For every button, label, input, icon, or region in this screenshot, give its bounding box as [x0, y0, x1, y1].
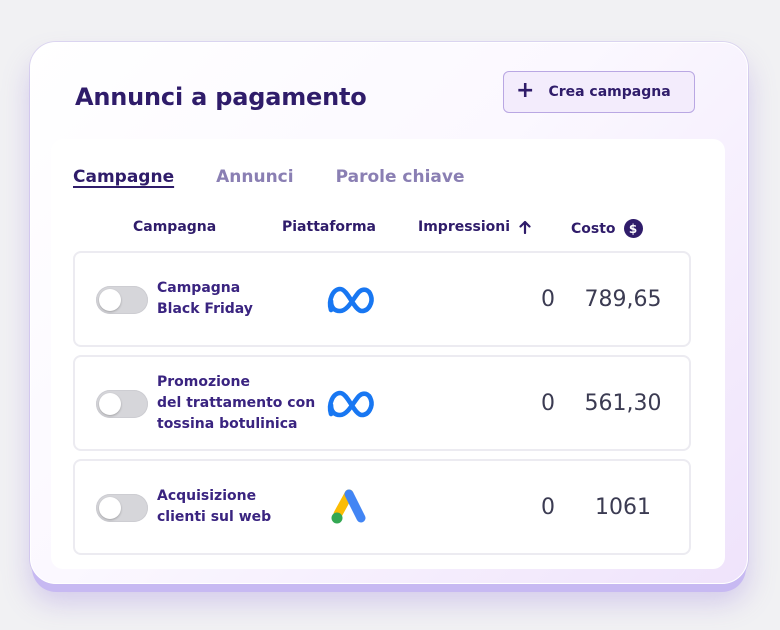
- table-row[interactable]: Promozione del trattamento con tossina b…: [73, 355, 691, 451]
- paid-ads-card: Annunci a pagamento + Crea campagna Camp…: [30, 42, 748, 584]
- campaign-toggle[interactable]: [96, 494, 148, 522]
- table-row[interactable]: Acquisizione clienti sul web 0 1061: [73, 459, 691, 555]
- column-header-impressions-label: Impressioni: [418, 219, 511, 235]
- campaign-name: Campagna Black Friday: [157, 280, 253, 317]
- tab-bar: Campagne Annunci Parole chiave: [73, 167, 465, 187]
- create-campaign-button[interactable]: + Crea campagna: [503, 71, 695, 113]
- page-title: Annunci a pagamento: [75, 83, 367, 111]
- toggle-knob: [99, 289, 121, 311]
- cost-value: 561,30: [584, 390, 662, 416]
- column-header-impressions[interactable]: Impressioni: [418, 219, 532, 235]
- column-header-cost[interactable]: Costo $: [571, 219, 643, 238]
- campaign-name: Promozione del trattamento con tossina b…: [157, 373, 316, 432]
- create-campaign-label: Crea campagna: [548, 84, 671, 100]
- meta-logo-icon: [327, 390, 374, 418]
- campaign-toggle[interactable]: [96, 286, 148, 314]
- tab-keywords[interactable]: Parole chiave: [336, 167, 465, 187]
- campaign-name: Acquisizione clienti sul web: [157, 488, 272, 525]
- tab-campaigns[interactable]: Campagne: [73, 167, 174, 187]
- column-header-cost-label: Costo: [571, 220, 616, 237]
- table-row[interactable]: Campagna Black Friday 0 789,65: [73, 251, 691, 347]
- campaigns-panel: Campagne Annunci Parole chiave Campagna …: [51, 139, 725, 569]
- tab-ads[interactable]: Annunci: [216, 167, 293, 187]
- meta-logo-icon: [327, 286, 374, 314]
- cost-value: 1061: [595, 494, 651, 520]
- column-header-campaign-label: Campagna: [133, 219, 217, 235]
- column-header-platform[interactable]: Piattaforma: [282, 219, 376, 235]
- column-header-platform-label: Piattaforma: [282, 219, 376, 235]
- arrow-up-icon[interactable]: [518, 220, 532, 234]
- impressions-value: 0: [541, 494, 555, 520]
- column-header-campaign[interactable]: Campagna: [133, 219, 216, 235]
- impressions-value: 0: [541, 390, 555, 416]
- toggle-knob: [99, 393, 121, 415]
- toggle-knob: [99, 497, 121, 519]
- dollar-icon: $: [623, 219, 643, 238]
- cost-value: 789,65: [584, 286, 662, 312]
- plus-icon: +: [516, 78, 535, 103]
- google-ads-logo-icon: [331, 489, 366, 524]
- campaign-toggle[interactable]: [96, 390, 148, 418]
- impressions-value: 0: [541, 286, 555, 312]
